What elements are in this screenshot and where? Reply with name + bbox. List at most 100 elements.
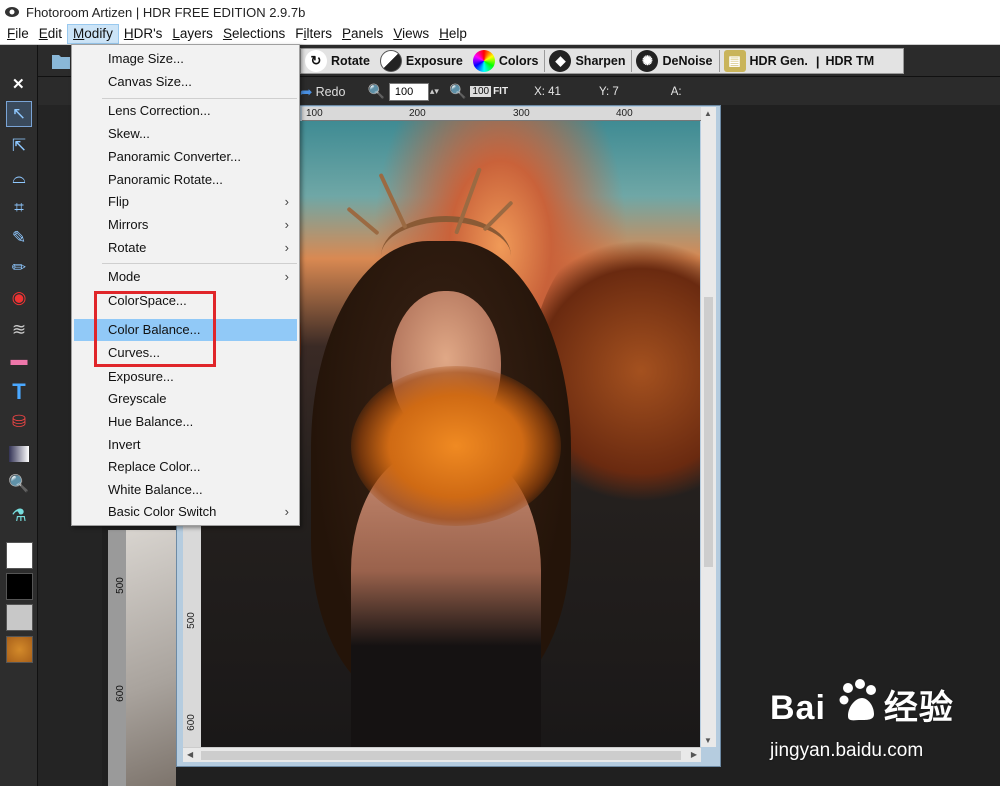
watermark-url: jingyan.baidu.com	[770, 740, 924, 761]
background-document-ruler: 500 600	[108, 530, 126, 786]
window-title: Fhotoroom Artizen | HDR FREE EDITION 2.9…	[26, 4, 306, 20]
pencil-tool-icon[interactable]: ✏	[6, 255, 32, 281]
menu-item-mode[interactable]: Mode ›	[74, 266, 297, 288]
menu-item-rotate[interactable]: Rotate ›	[74, 237, 297, 259]
horizontal-scrollbar[interactable]: ◀ ▶	[183, 747, 701, 762]
menu-edit[interactable]: Edit	[34, 24, 67, 44]
horizontal-ruler: 100 200 300 400	[302, 107, 702, 121]
crop-tool-icon[interactable]: ⌗	[6, 195, 32, 221]
scroll-up-icon[interactable]: ▲	[704, 109, 712, 118]
denoise-button[interactable]: ✺ DeNoise	[632, 49, 718, 73]
menu-item-invert[interactable]: Invert	[74, 434, 297, 456]
fill-bucket-tool-icon[interactable]: ⛁	[6, 409, 32, 435]
vertical-scrollbar[interactable]: ▲ ▼	[701, 107, 716, 747]
ruler-label: 200	[409, 108, 426, 119]
menu-item-basic-color-switch[interactable]: Basic Color Switch ›	[74, 501, 297, 523]
menu-item-mirrors[interactable]: Mirrors ›	[74, 214, 297, 236]
red-eye-tool-icon[interactable]: ◉	[6, 285, 32, 311]
rotate-button[interactable]: ↻ Rotate	[301, 49, 376, 73]
alpha-readout: A:	[670, 85, 682, 98]
scrollbar-thumb[interactable]	[201, 751, 681, 760]
menu-item-skew[interactable]: Skew...	[74, 123, 297, 145]
sharpen-icon: ◆	[549, 50, 572, 72]
redo-button[interactable]: ➦ Redo	[300, 83, 345, 101]
toolbar-separator-text: |	[815, 53, 820, 69]
rotate-icon: ↻	[305, 50, 327, 72]
gradient-tool-icon[interactable]	[6, 441, 32, 467]
hdr-gen-button[interactable]: ▤ HDR Gen.	[720, 49, 814, 73]
menu-item-panoramic-rotate[interactable]: Panoramic Rotate...	[74, 169, 297, 191]
menu-item-color-balance[interactable]: Color Balance...	[74, 319, 297, 341]
adjustments-toolbar: ↻ Rotate Exposure Colors ◆ Sharpen ✺ DeNois…	[300, 48, 904, 74]
ruler-label: 500	[185, 612, 197, 629]
open-folder-icon[interactable]	[50, 50, 72, 72]
close-panel-icon[interactable]: ✕	[12, 75, 25, 93]
menu-item-curves[interactable]: Curves...	[74, 342, 297, 364]
view-controls: ➦ Redo 🔍 100 ▴▾ 🔍 100 FIT X: 41 Y: 7 A:	[300, 79, 720, 104]
menu-item-image-size[interactable]: Image Size...	[74, 48, 297, 70]
zoom-100-button[interactable]: 100	[470, 86, 492, 97]
hdr-tm-button[interactable]: HDR TM	[822, 49, 881, 73]
menu-item-lens-correction[interactable]: Lens Correction...	[74, 100, 297, 122]
zoom-icon[interactable]: 🔍	[367, 83, 384, 100]
smudge-tool-icon[interactable]: ≋	[6, 317, 32, 343]
submenu-arrow-icon: ›	[284, 194, 289, 209]
menu-item-replace-color[interactable]: Replace Color...	[74, 456, 297, 478]
scroll-right-icon[interactable]: ▶	[691, 750, 697, 759]
zoom-stepper-icon[interactable]: ▴▾	[430, 86, 439, 97]
scrollbar-thumb[interactable]	[704, 297, 713, 567]
texture-swatch[interactable]	[6, 636, 33, 663]
menu-item-flip[interactable]: Flip ›	[74, 191, 297, 213]
title-bar: Fhotoroom Artizen | HDR FREE EDITION 2.9…	[0, 0, 1000, 24]
submenu-arrow-icon: ›	[284, 217, 289, 232]
menu-item-white-balance[interactable]: White Balance...	[74, 479, 297, 501]
fit-button[interactable]: FIT	[493, 86, 508, 97]
ruler-label: 400	[616, 108, 633, 119]
hdr-gen-icon: ▤	[723, 50, 746, 72]
menu-modify[interactable]: Modify	[67, 24, 119, 44]
menu-filters[interactable]: Filters	[290, 24, 337, 44]
menu-help[interactable]: Help	[434, 24, 472, 44]
add-selection-tool-icon[interactable]: ⇱	[6, 133, 32, 159]
colors-button[interactable]: Colors	[469, 49, 545, 73]
color-wheel-icon	[472, 50, 495, 72]
antler-shape	[482, 200, 514, 232]
menu-item-greyscale[interactable]: Greyscale	[74, 388, 297, 410]
exposure-icon	[379, 50, 402, 72]
foreground-color-swatch[interactable]	[6, 542, 33, 569]
menu-item-canvas-size[interactable]: Canvas Size...	[74, 71, 297, 93]
secondary-color-swatch[interactable]	[6, 604, 33, 631]
x-coordinate: X: 41	[534, 85, 561, 98]
pointer-tool-icon[interactable]: ↖	[6, 101, 32, 127]
menu-item-hue-balance[interactable]: Hue Balance...	[74, 411, 297, 433]
menu-item-exposure[interactable]: Exposure...	[74, 366, 297, 388]
ruler-label: 600	[114, 685, 126, 702]
app-logo-icon	[5, 7, 19, 17]
eyedropper-tool-icon[interactable]: ⚗	[6, 503, 32, 529]
watermark-brand: Bai 经验	[770, 689, 954, 727]
eraser-tool-icon[interactable]: ▬	[6, 347, 32, 373]
scroll-left-icon[interactable]: ◀	[187, 750, 193, 759]
menu-views[interactable]: Views	[388, 24, 434, 44]
menu-selections[interactable]: Selections	[218, 24, 290, 44]
crown-shape	[381, 216, 511, 296]
orange-bush-shape	[351, 366, 561, 526]
zoom-tool-icon[interactable]: 🔍	[6, 471, 32, 497]
menu-hdrs[interactable]: HDR's	[119, 24, 168, 44]
text-tool-icon[interactable]: T	[6, 379, 32, 405]
tools-panel: ✕ ↖ ⇱ ⌓ ⌗ ✎ ✏ ◉ ≋ ▬ T ⛁ 🔍 ⚗	[0, 45, 38, 786]
exposure-button[interactable]: Exposure	[376, 49, 469, 73]
menu-file[interactable]: File	[2, 24, 34, 44]
zoom-out-icon[interactable]: 🔍	[449, 83, 466, 100]
zoom-input[interactable]: 100	[388, 82, 429, 101]
menu-layers[interactable]: Layers	[167, 24, 218, 44]
scroll-down-icon[interactable]: ▼	[704, 736, 712, 745]
brush-tool-icon[interactable]: ✎	[6, 225, 32, 251]
submenu-arrow-icon: ›	[284, 240, 289, 255]
background-color-swatch[interactable]	[6, 573, 33, 600]
menu-item-panoramic-converter[interactable]: Panoramic Converter...	[74, 146, 297, 168]
menu-panels[interactable]: Panels	[337, 24, 388, 44]
menu-item-colorspace[interactable]: ColorSpace...	[74, 290, 297, 312]
lasso-tool-icon[interactable]: ⌓	[6, 165, 32, 191]
sharpen-button[interactable]: ◆ Sharpen	[545, 49, 631, 73]
